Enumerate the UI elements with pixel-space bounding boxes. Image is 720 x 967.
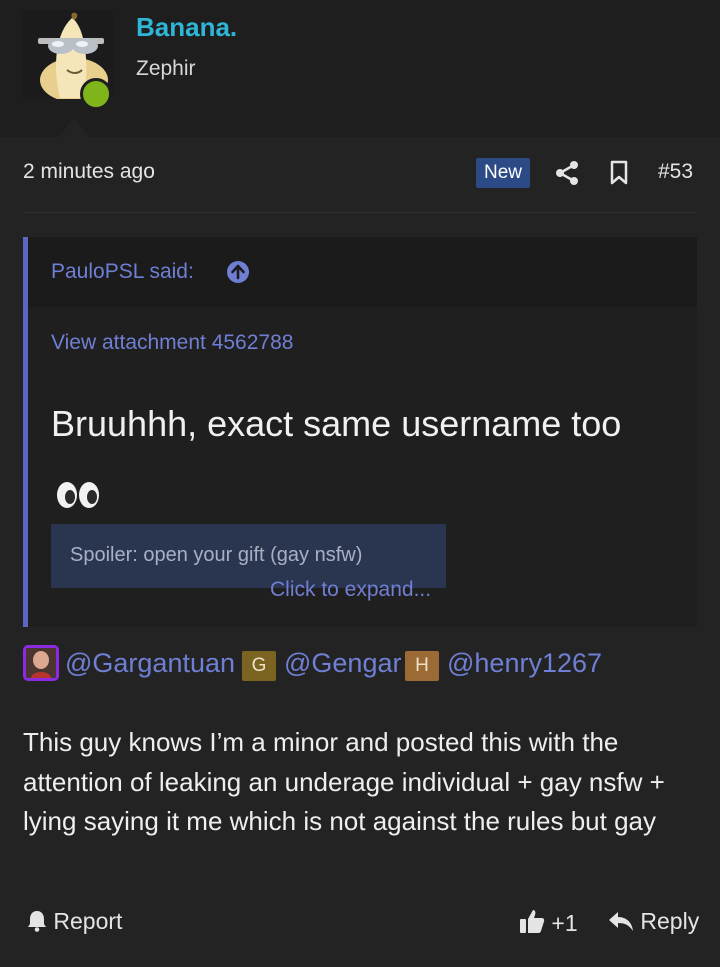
- new-badge: New: [476, 158, 530, 188]
- mention-link-gargantuan[interactable]: @Gargantuan: [65, 648, 235, 679]
- reply-arrow-icon: [609, 912, 633, 931]
- report-button[interactable]: Report: [27, 908, 122, 935]
- mention-link-gengar[interactable]: @Gengar: [284, 648, 401, 679]
- reply-label: Reply: [640, 908, 700, 934]
- eyes-emoji-icon: [55, 469, 101, 509]
- quote-text: Bruuhhh, exact same username too: [51, 395, 671, 511]
- post-number-link[interactable]: #53: [658, 160, 693, 184]
- like-button[interactable]: +1: [519, 908, 578, 937]
- share-icon[interactable]: [555, 160, 579, 186]
- quote-message: Bruuhhh, exact same username too: [51, 403, 622, 444]
- thumbs-up-icon: [520, 910, 545, 933]
- quote-author-link[interactable]: PauloPSL said:: [51, 260, 194, 284]
- mention-avatar-gengar[interactable]: G: [242, 651, 276, 681]
- user-header: Banana. Zephir: [0, 0, 720, 137]
- jump-to-quote-icon[interactable]: [226, 260, 250, 284]
- online-status-indicator: [80, 78, 112, 110]
- click-to-expand-link[interactable]: Click to expand...: [270, 578, 431, 602]
- mentions-row: @Gargantuan G @Gengar H @henry1267: [23, 644, 683, 682]
- author-username[interactable]: Banana.: [136, 12, 237, 43]
- post-timestamp[interactable]: 2 minutes ago: [23, 160, 155, 184]
- author-title: Zephir: [136, 57, 196, 80]
- bookmark-icon[interactable]: [609, 160, 629, 186]
- reply-button[interactable]: Reply: [608, 908, 699, 935]
- spoiler-label: Spoiler: open your gift (gay nsfw): [70, 544, 363, 566]
- quote-block: PauloPSL said: View attachment 4562788 B…: [23, 237, 697, 627]
- view-attachment-link[interactable]: View attachment 4562788: [51, 331, 293, 355]
- reaction-count[interactable]: +1: [551, 910, 577, 936]
- mention-avatar-henry[interactable]: H: [405, 651, 439, 681]
- report-label: Report: [53, 908, 123, 934]
- quote-header: PauloPSL said:: [28, 237, 697, 307]
- post-body: This guy knows I’m a minor and posted th…: [23, 727, 665, 836]
- bell-icon: [28, 911, 46, 932]
- mention-link-henry[interactable]: @henry1267: [447, 648, 602, 679]
- meta-divider: [23, 212, 697, 213]
- user-pointer-arrow: [58, 118, 90, 137]
- mention-avatar-gargantuan[interactable]: [23, 645, 59, 681]
